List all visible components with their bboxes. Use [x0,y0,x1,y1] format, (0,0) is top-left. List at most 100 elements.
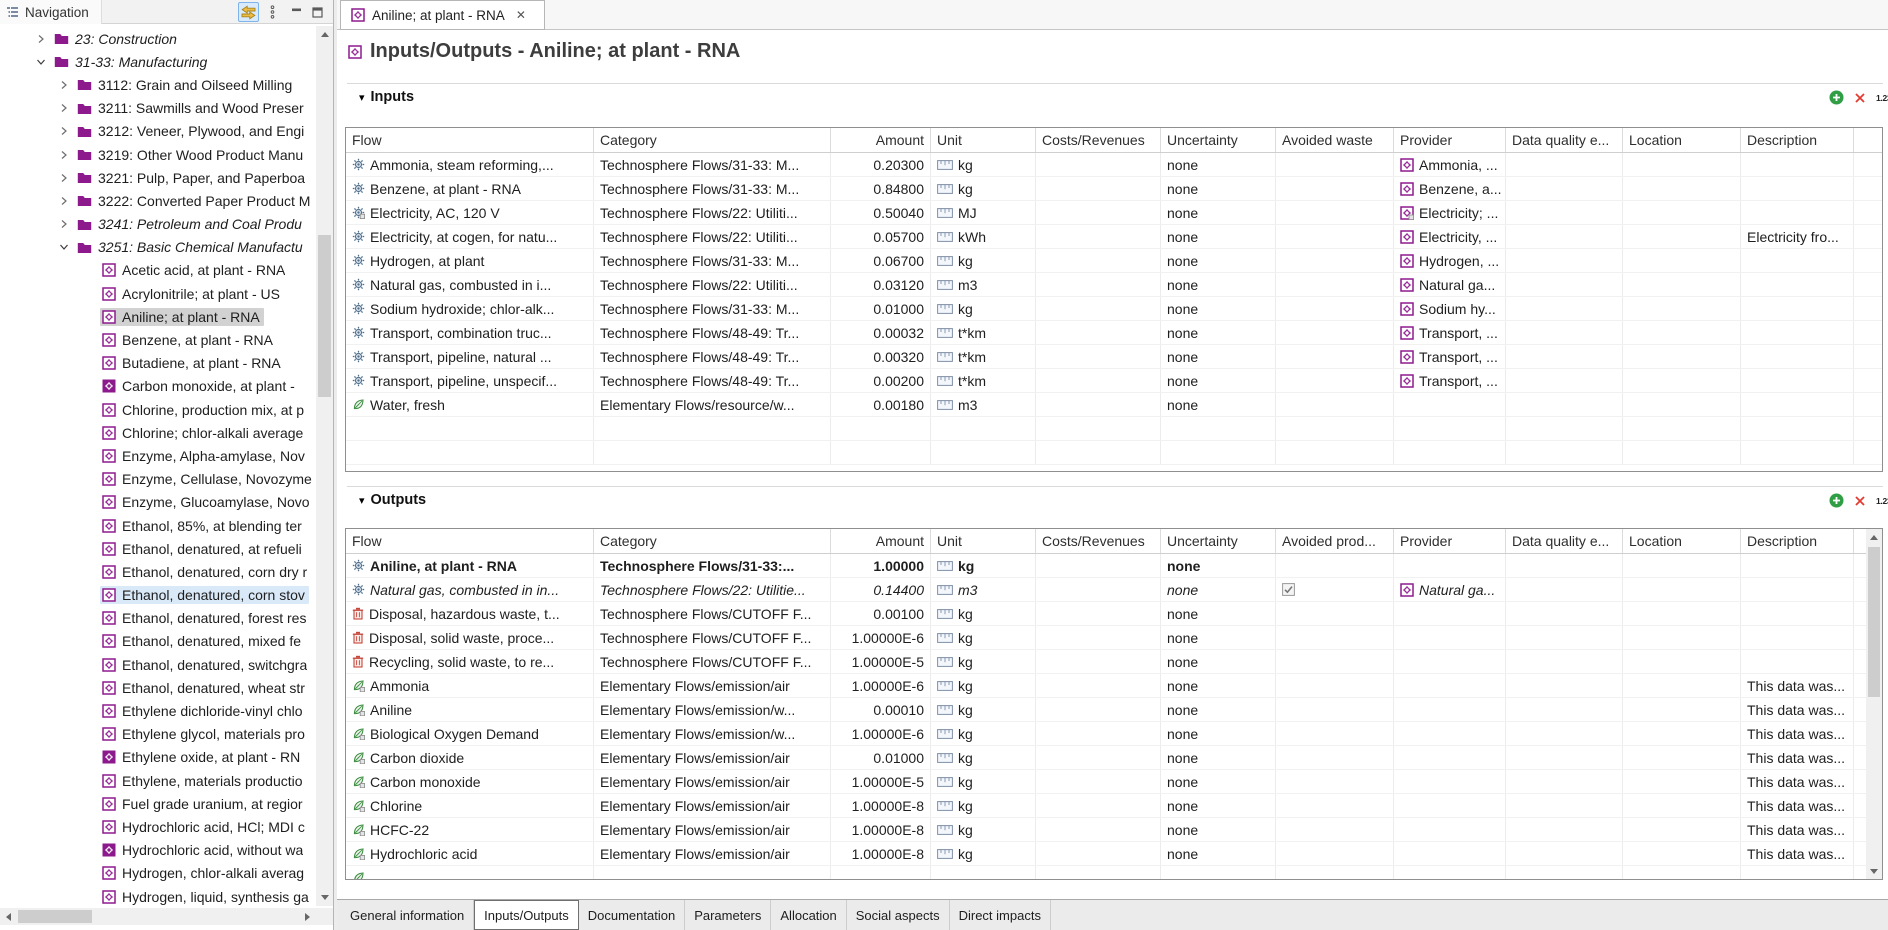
cell-provider[interactable] [1394,866,1506,880]
cell-uncertainty[interactable]: none [1161,369,1276,392]
cell-uncertainty[interactable]: none [1161,626,1276,649]
outputs-section-header[interactable]: ▾ Outputs [359,492,426,508]
cell-description[interactable]: This data was... [1741,674,1854,697]
tree-item[interactable]: Butadiene, at plant - RNA [0,352,316,375]
tree-item[interactable]: Ethanol, denatured, wheat str [0,676,316,699]
cell-unit[interactable] [931,441,1036,464]
cell-unit[interactable]: kg [931,842,1036,865]
cell-flow[interactable]: Aniline [346,698,594,721]
cell-amount[interactable]: 0.06700 [831,249,931,272]
cell-description[interactable]: This data was... [1741,818,1854,841]
cell-provider[interactable]: Transport, ... [1394,321,1506,344]
table-row[interactable]: AmmoniaElementary Flows/emission/air1.00… [346,674,1882,698]
cell-uncertainty[interactable]: none [1161,345,1276,368]
cell-description[interactable] [1741,153,1854,176]
cell-avoided[interactable] [1276,602,1394,625]
scrollbar-thumb[interactable] [1868,547,1880,697]
column-header[interactable]: Avoided waste [1276,128,1394,152]
cell-data-quality[interactable] [1506,722,1623,745]
cell-flow[interactable]: Disposal, solid waste, proce... [346,626,594,649]
tree-item[interactable]: Hydrochloric acid, HCl; MDI c [0,815,316,838]
cell-data-quality[interactable] [1506,417,1623,440]
cell-location[interactable] [1623,297,1741,320]
cell-costs[interactable] [1036,674,1161,697]
cell-unit[interactable]: m3 [931,393,1036,416]
cell-flow[interactable]: Benzene, at plant - RNA [346,177,594,200]
cell-avoided[interactable] [1276,201,1394,224]
chevron-right-icon[interactable] [57,150,71,160]
cell-flow[interactable] [346,417,594,440]
cell-uncertainty[interactable]: none [1161,153,1276,176]
column-header[interactable]: Unit [931,529,1036,553]
cell-provider[interactable]: Natural ga... [1394,578,1506,601]
cell-flow[interactable]: Transport, pipeline, natural ... [346,345,594,368]
cell-description[interactable]: This data was... [1741,698,1854,721]
tree-item[interactable]: Ethanol, denatured, switchgra [0,653,316,676]
tree-item[interactable]: Aniline; at plant - RNA [0,305,316,328]
cell-unit[interactable]: kg [931,153,1036,176]
cell-data-quality[interactable] [1506,770,1623,793]
cell-provider[interactable]: Ammonia, ... [1394,153,1506,176]
cell-costs[interactable] [1036,602,1161,625]
cell-avoided[interactable] [1276,770,1394,793]
cell-description[interactable] [1741,554,1854,577]
cell-flow[interactable]: Natural gas, combusted in in... [346,578,594,601]
scroll-up-icon[interactable] [316,26,333,43]
cell-description[interactable] [1741,441,1854,464]
tree-item[interactable]: Ethanol, 85%, at blending ter [0,514,316,537]
cell-unit[interactable]: kg [931,746,1036,769]
cell-unit[interactable]: kg [931,722,1036,745]
navigation-view-tab[interactable]: Navigation [0,0,102,24]
tree-item[interactable]: 31-33: Manufacturing [0,50,316,73]
tree-item[interactable]: 3221: Pulp, Paper, and Paperboa [0,166,316,189]
tree-item[interactable]: Hydrogen, liquid, synthesis ga [0,885,316,906]
cell-unit[interactable] [931,417,1036,440]
cell-unit[interactable]: kg [931,794,1036,817]
remove-icon[interactable] [1854,495,1866,507]
cell-data-quality[interactable] [1506,746,1623,769]
cell-provider[interactable]: Electricity; ... [1394,201,1506,224]
table-row[interactable]: HCFC-22Elementary Flows/emission/air1.00… [346,818,1882,842]
column-header[interactable]: Amount [831,529,931,553]
cell-location[interactable] [1623,249,1741,272]
cell-category[interactable]: Technosphere Flows/22: Utiliti... [594,273,831,296]
cell-costs[interactable] [1036,393,1161,416]
cell-costs[interactable] [1036,578,1161,601]
cell-uncertainty[interactable]: none [1161,746,1276,769]
cell-data-quality[interactable] [1506,554,1623,577]
cell-costs[interactable] [1036,554,1161,577]
cell-provider[interactable] [1394,746,1506,769]
cell-avoided[interactable] [1276,177,1394,200]
cell-unit[interactable]: kg [931,674,1036,697]
tree-item[interactable]: Ethylene glycol, materials pro [0,723,316,746]
cell-costs[interactable] [1036,249,1161,272]
tree-item[interactable]: 3212: Veneer, Plywood, and Engi [0,120,316,143]
tree-item[interactable]: Chlorine; chlor-alkali average [0,421,316,444]
cell-unit[interactable]: kWh [931,225,1036,248]
table-row[interactable]: Disposal, hazardous waste, t...Technosph… [346,602,1882,626]
cell-category[interactable]: Elementary Flows/emission/air [594,794,831,817]
cell-data-quality[interactable] [1506,650,1623,673]
cell-uncertainty[interactable]: none [1161,602,1276,625]
cell-provider[interactable] [1394,554,1506,577]
table-row[interactable]: Natural gas, combusted in in...Technosph… [346,578,1882,602]
cell-provider[interactable] [1394,794,1506,817]
column-header[interactable]: Avoided prod... [1276,529,1394,553]
cell-description[interactable] [1741,369,1854,392]
column-header[interactable]: Provider [1394,128,1506,152]
table-row[interactable]: Ammonia, steam reforming,...Technosphere… [346,153,1882,177]
column-header[interactable]: Data quality e... [1506,128,1623,152]
column-header[interactable]: Unit [931,128,1036,152]
cell-location[interactable] [1623,818,1741,841]
cell-description[interactable] [1741,417,1854,440]
cell-provider[interactable]: Natural ga... [1394,273,1506,296]
cell-uncertainty[interactable]: none [1161,794,1276,817]
column-header[interactable]: Flow [346,128,594,152]
cell-location[interactable] [1623,554,1741,577]
chevron-right-icon[interactable] [57,103,71,113]
cell-description[interactable] [1741,177,1854,200]
cell-avoided[interactable] [1276,369,1394,392]
cell-location[interactable] [1623,842,1741,865]
cell-uncertainty[interactable]: none [1161,321,1276,344]
table-row[interactable]: Transport, pipeline, natural ...Technosp… [346,345,1882,369]
